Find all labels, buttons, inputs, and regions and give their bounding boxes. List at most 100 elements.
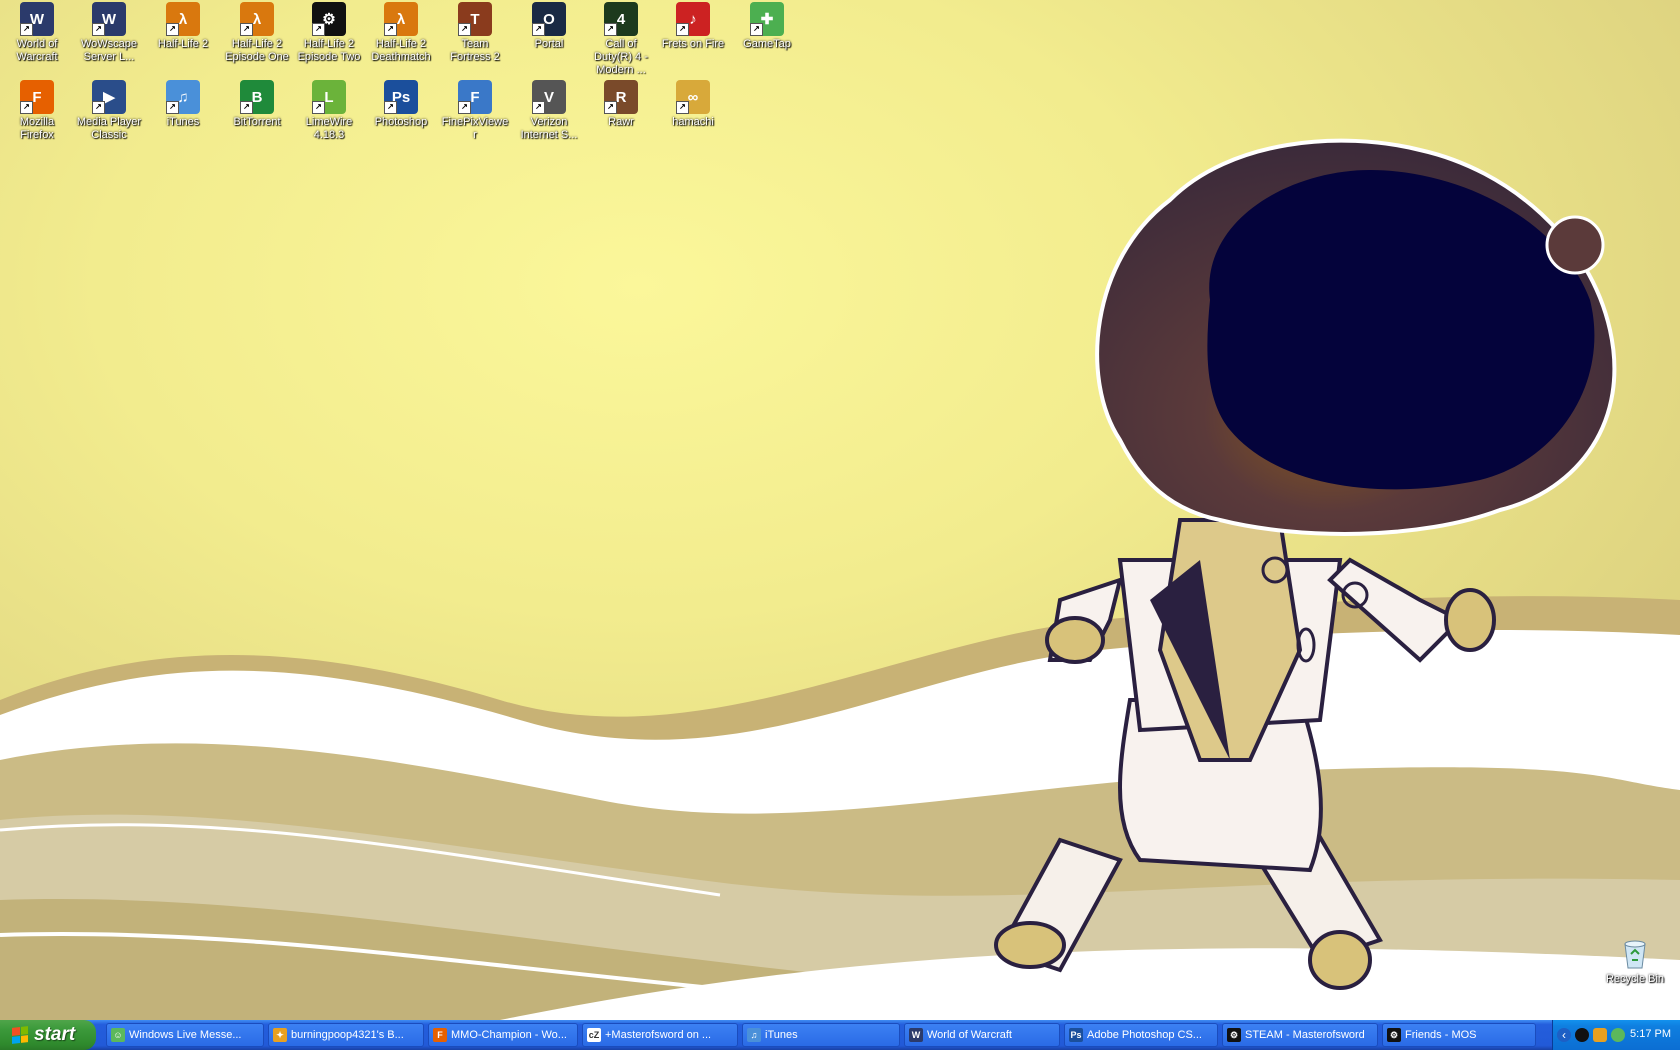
desktop-shortcut[interactable]: 4 ↗ Call of Duty(R) 4 - Modern ...: [586, 0, 656, 77]
wow-icon: W: [909, 1028, 923, 1042]
desktop-shortcut[interactable]: ⚙ ↗ Half-Life 2 Episode Two: [294, 0, 364, 64]
icon-glyph: B: [251, 88, 263, 106]
photoshop-icon: Ps: [1069, 1028, 1083, 1042]
desktop-shortcut-label: BitTorrent: [233, 116, 281, 128]
limewire-icon: L ↗: [312, 80, 346, 114]
desktop-shortcut[interactable]: λ ↗ Half-Life 2 Episode One: [222, 0, 292, 64]
desktop-shortcut-label: Half-Life 2 Deathmatch: [371, 38, 431, 63]
steam-tray-icon[interactable]: [1575, 1028, 1589, 1042]
desktop-shortcut[interactable]: L ↗ LimeWire 4.18.3: [294, 78, 364, 142]
taskbar-button-label: +Masterofsword on ...: [605, 1029, 712, 1041]
shortcut-arrow-icon: ↗: [312, 101, 325, 114]
chevron-left-icon[interactable]: ‹: [1557, 1028, 1571, 1042]
desktop-shortcut[interactable]: Ps ↗ Photoshop: [366, 78, 436, 129]
recycle-bin-shortcut[interactable]: Recycle Bin: [1600, 935, 1670, 986]
icon-glyph: λ: [252, 10, 262, 28]
shortcut-arrow-icon: ↗: [458, 101, 471, 114]
shortcut-arrow-icon: ↗: [676, 101, 689, 114]
shortcut-arrow-icon: ↗: [384, 101, 397, 114]
itunes-icon: ♫ ↗: [166, 80, 200, 114]
verizon-icon: V ↗: [532, 80, 566, 114]
start-button[interactable]: start: [0, 1020, 96, 1050]
desktop-shortcut[interactable]: ✚ ↗ GameTap: [732, 0, 802, 51]
desktop-shortcut[interactable]: λ ↗ Half-Life 2 Deathmatch: [366, 0, 436, 64]
taskbar-button-label: STEAM - Masterofsword: [1245, 1029, 1365, 1041]
desktop-shortcut[interactable]: V ↗ Verizon Internet S...: [514, 78, 584, 142]
icon-glyph: λ: [178, 10, 188, 28]
runner-icon: ✦: [273, 1028, 287, 1042]
taskbar-button[interactable]: cZ +Masterofsword on ...: [582, 1023, 738, 1047]
taskbar-button[interactable]: Ps Adobe Photoshop CS...: [1064, 1023, 1218, 1047]
taskbar-button[interactable]: ✦ burningpoop4321's B...: [268, 1023, 424, 1047]
taskbar-button-label: iTunes: [765, 1029, 798, 1041]
desktop-shortcut[interactable]: λ ↗ Half-Life 2: [148, 0, 218, 51]
desktop-shortcut[interactable]: F ↗ Mozilla Firefox: [2, 78, 72, 142]
desktop-shortcut-label: FinePixViewer: [441, 116, 509, 141]
desktop-shortcut[interactable]: W ↗ WoWscape Server L...: [74, 0, 144, 64]
taskbar-button-label: Friends - MOS: [1405, 1029, 1477, 1041]
shortcut-arrow-icon: ↗: [240, 101, 253, 114]
shortcut-arrow-icon: ↗: [166, 23, 179, 36]
runner-tray-icon[interactable]: [1593, 1028, 1607, 1042]
desktop-shortcut-label: World of Warcraft: [16, 38, 58, 63]
desktop-shortcut[interactable]: ♫ ↗ iTunes: [148, 78, 218, 129]
shortcut-arrow-icon: ↗: [532, 101, 545, 114]
desktop-shortcut[interactable]: ♪ ↗ Frets on Fire: [658, 0, 728, 51]
desktop-shortcut[interactable]: B ↗ BitTorrent: [222, 78, 292, 129]
desktop-shortcut-label: Rawr: [608, 116, 634, 128]
icon-glyph: L: [324, 88, 334, 106]
steam-icon: ⚙: [1227, 1028, 1241, 1042]
icon-glyph: 4: [616, 10, 626, 28]
desktop-shortcut-label: Verizon Internet S...: [520, 116, 578, 141]
desktop-shortcut[interactable]: R ↗ Rawr: [586, 78, 656, 129]
messenger-tray-icon[interactable]: [1611, 1028, 1625, 1042]
shortcut-arrow-icon: ↗: [240, 23, 253, 36]
taskbar-button-label: burningpoop4321's B...: [291, 1029, 404, 1041]
shortcut-arrow-icon: ↗: [532, 23, 545, 36]
icon-glyph: F: [470, 88, 480, 106]
photoshop-icon: Ps ↗: [384, 80, 418, 114]
desktop-shortcut[interactable]: W ↗ World of Warcraft: [2, 0, 72, 64]
start-label: start: [34, 1024, 76, 1045]
half-life-icon: λ ↗: [240, 2, 274, 36]
icon-glyph: V: [543, 88, 554, 106]
taskbar-button[interactable]: ♫ iTunes: [742, 1023, 900, 1047]
desktop-shortcut-label: Frets on Fire: [661, 38, 725, 50]
half-life-icon: λ ↗: [166, 2, 200, 36]
desktop-shortcut[interactable]: T ↗ Team Fortress 2: [440, 0, 510, 64]
taskbar-button[interactable]: F MMO-Champion - Wo...: [428, 1023, 578, 1047]
shortcut-arrow-icon: ↗: [92, 23, 105, 36]
shortcut-arrow-icon: ↗: [384, 23, 397, 36]
recycle-bin-label: Recycle Bin: [1605, 973, 1665, 985]
shortcut-arrow-icon: ↗: [458, 23, 471, 36]
desktop-shortcut-label: LimeWire 4.18.3: [305, 116, 353, 141]
shortcut-arrow-icon: ↗: [20, 23, 33, 36]
taskbar-button-label: MMO-Champion - Wo...: [451, 1029, 567, 1041]
wow-icon: W ↗: [20, 2, 54, 36]
desktop-shortcut-label: Mozilla Firefox: [19, 116, 55, 141]
steam-icon: ⚙ ↗: [312, 2, 346, 36]
taskbar-button[interactable]: ⚙ Friends - MOS: [1382, 1023, 1536, 1047]
shortcut-arrow-icon: ↗: [166, 101, 179, 114]
taskbar-button[interactable]: W World of Warcraft: [904, 1023, 1060, 1047]
taskbar-button[interactable]: ☺ Windows Live Messe...: [106, 1023, 264, 1047]
finepix-icon: F ↗: [458, 80, 492, 114]
icon-glyph: ∞: [687, 88, 699, 106]
firefox-icon: F: [433, 1028, 447, 1042]
desktop-shortcut[interactable]: F ↗ FinePixViewer: [440, 78, 510, 142]
icon-glyph: T: [470, 10, 480, 28]
taskbar-button[interactable]: ⚙ STEAM - Masterofsword: [1222, 1023, 1378, 1047]
desktop-shortcut-label: Half-Life 2 Episode One: [225, 38, 289, 63]
clock: 5:17 PM: [1630, 1028, 1671, 1040]
icon-glyph: λ: [396, 10, 406, 28]
desktop-shortcut-label: Half-Life 2: [157, 38, 209, 50]
rawr-icon: R ↗: [604, 80, 638, 114]
desktop-shortcut-label: Media Player Classic: [76, 116, 142, 141]
taskbar: start ☺ Windows Live Messe... ✦ burningpoop…: [0, 1020, 1680, 1050]
desktop-shortcut[interactable]: O ↗ Portal: [514, 0, 584, 51]
desktop-shortcut-label: Call of Duty(R) 4 - Modern ...: [594, 38, 648, 76]
desktop-shortcut-label: Photoshop: [374, 116, 428, 128]
desktop-shortcut[interactable]: ▶ ↗ Media Player Classic: [74, 78, 144, 142]
desktop-shortcut[interactable]: ∞ ↗ hamachi: [658, 78, 728, 129]
cod-icon: 4 ↗: [604, 2, 638, 36]
